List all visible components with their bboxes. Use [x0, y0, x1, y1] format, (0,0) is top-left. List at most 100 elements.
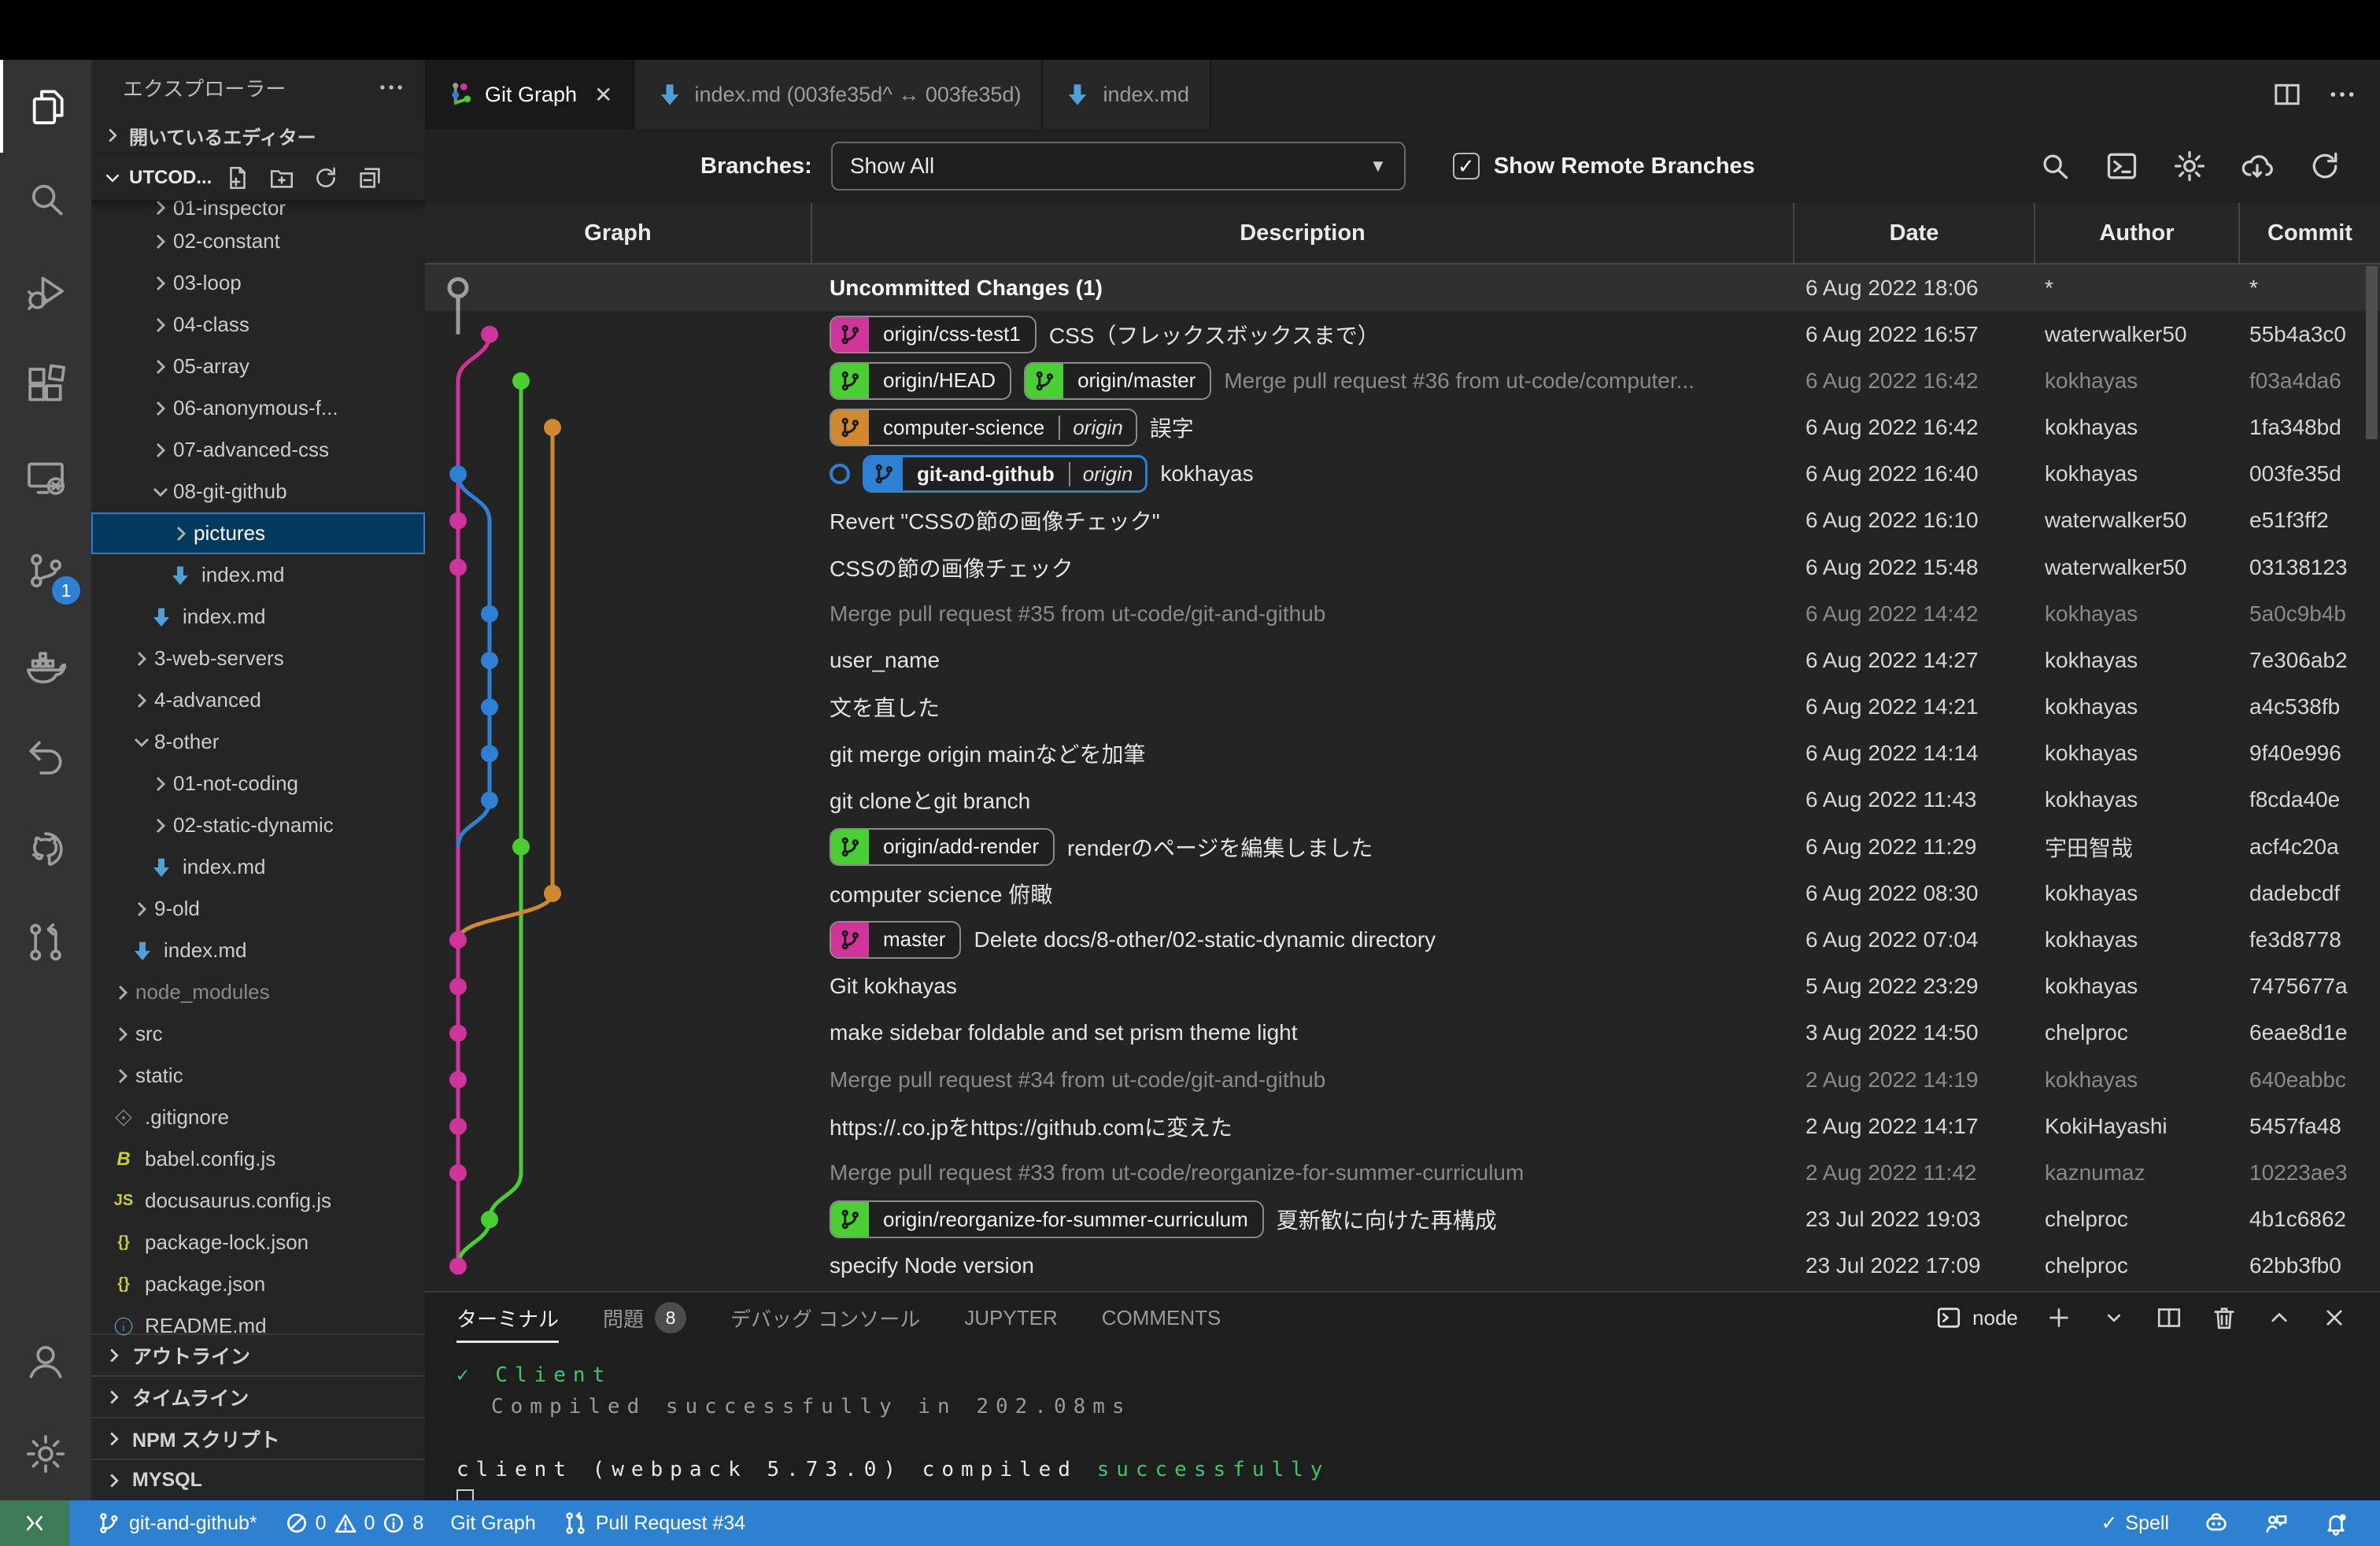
tree-item-index-md[interactable]: index.md — [91, 554, 425, 596]
tree-item-index-md[interactable]: index.md — [91, 596, 425, 638]
branch-status-item[interactable]: git-and-github* — [96, 1511, 257, 1536]
branch-badge[interactable]: computer-scienceorigin — [830, 409, 1137, 446]
tree-item-06-anonymous-f-[interactable]: 06-anonymous-f... — [91, 387, 425, 429]
pull-request-status-item[interactable]: Pull Request #34 — [563, 1511, 745, 1536]
tab-index-md[interactable]: index.md — [1043, 60, 1211, 129]
activity-bar-item-extensions[interactable] — [0, 338, 91, 431]
terminal-shell-selector[interactable]: node — [1935, 1304, 2018, 1332]
branch-badge[interactable]: master — [830, 921, 961, 959]
feedback-status-item[interactable] — [2264, 1511, 2289, 1536]
branch-badge[interactable]: origin/master — [1024, 362, 1211, 400]
tree-item-04-class[interactable]: 04-class — [91, 304, 425, 346]
activity-bar-item-undo[interactable] — [0, 710, 91, 803]
commit-row-14[interactable]: computer science 俯瞰6 Aug 2022 08:30kokha… — [425, 870, 2380, 916]
tree-item-node-modules[interactable]: node_modules — [91, 971, 425, 1013]
branch-badge[interactable]: git-and-githuborigin — [863, 455, 1148, 493]
tree-item-package-json[interactable]: {}package.json — [91, 1263, 425, 1305]
problems-status-item[interactable]: 0 0 8 — [284, 1511, 424, 1536]
tree-item-docusaurus-config-js[interactable]: JSdocusaurus.config.js — [91, 1180, 425, 1222]
panel-tab-jupyter[interactable]: JUPYTER — [964, 1293, 1057, 1343]
branch-badge[interactable]: origin/css-test1 — [830, 316, 1037, 353]
tree-item-05-array[interactable]: 05-array — [91, 346, 425, 387]
tree-item-pictures[interactable]: pictures — [91, 512, 425, 554]
scrollbar-thumb[interactable] — [2366, 266, 2378, 439]
commit-row-16[interactable]: Git kokhayas5 Aug 2022 23:29kokhayas7475… — [425, 963, 2380, 1010]
commit-row-18[interactable]: Merge pull request #34 from ut-code/git-… — [425, 1056, 2380, 1103]
gear-icon[interactable] — [2172, 149, 2207, 183]
commit-row-8[interactable]: Merge pull request #35 from ut-code/git-… — [425, 590, 2380, 637]
tree-item-01-not-coding[interactable]: 01-not-coding — [91, 763, 425, 804]
refresh-icon[interactable] — [2308, 149, 2342, 183]
tree-item-02-constant[interactable]: 02-constant — [91, 220, 425, 262]
sidebar-panel-タイムライン[interactable]: タイムライン — [91, 1375, 425, 1417]
commit-row-2[interactable]: origin/css-test1CSS（フレックスボックスまで）6 Aug 20… — [425, 311, 2380, 357]
tree-item-4-advanced[interactable]: 4-advanced — [91, 679, 425, 721]
panel-tab--[interactable]: ターミナル — [456, 1293, 559, 1343]
activity-bar-item-settings[interactable] — [0, 1407, 91, 1500]
activity-bar-item-explorer[interactable] — [0, 60, 91, 153]
commit-row-22[interactable]: specify Node version23 Jul 2022 17:09che… — [425, 1243, 2380, 1289]
spell-status-item[interactable]: ✓ Spell — [2101, 1511, 2169, 1535]
commit-row-11[interactable]: git merge origin mainなどを加筆6 Aug 2022 14:… — [425, 730, 2380, 777]
tree-item-package-lock-json[interactable]: {}package-lock.json — [91, 1222, 425, 1263]
commit-row-3[interactable]: origin/HEADorigin/masterMerge pull reque… — [425, 357, 2380, 404]
panel-tab--[interactable]: デバッグ コンソール — [730, 1293, 920, 1343]
tree-item-readme-md[interactable]: README.md — [91, 1305, 425, 1347]
panel-tab-comments[interactable]: COMMENTS — [1102, 1293, 1221, 1343]
more-actions-icon[interactable] — [376, 72, 406, 102]
close-icon[interactable]: ✕ — [594, 82, 612, 108]
tree-item-index-md[interactable]: index.md — [91, 930, 425, 971]
activity-bar-item-remote-explorer[interactable] — [0, 431, 91, 524]
activity-bar-item-run-debug[interactable] — [0, 246, 91, 338]
activity-bar-item-pull-requests[interactable] — [0, 896, 91, 989]
tab-index-md-003fe35d-003fe35d-[interactable]: index.md (003fe35d^ ↔ 003fe35d) — [635, 60, 1044, 129]
branch-badge[interactable]: origin/reorganize-for-summer-curriculum — [830, 1200, 1264, 1238]
tree-item-8-other[interactable]: 8-other — [91, 721, 425, 763]
maximize-panel-icon[interactable] — [2265, 1304, 2293, 1332]
tree-item-03-loop[interactable]: 03-loop — [91, 262, 425, 304]
commit-row-12[interactable]: git cloneとgit branch6 Aug 2022 11:43kokh… — [425, 777, 2380, 823]
tree-item-src[interactable]: src — [91, 1013, 425, 1055]
cloud-download-icon[interactable] — [2240, 149, 2275, 183]
remote-indicator[interactable] — [0, 1500, 69, 1546]
commit-row-9[interactable]: user_name6 Aug 2022 14:27kokhayas7e306ab… — [425, 637, 2380, 683]
notifications-status-item[interactable] — [2323, 1511, 2349, 1536]
show-remote-branches-checkbox[interactable]: ✓ Show Remote Branches — [1453, 153, 1755, 179]
split-terminal-icon[interactable] — [2155, 1304, 2183, 1332]
tree-item-9-old[interactable]: 9-old — [91, 888, 425, 930]
branch-badge[interactable]: origin/HEAD — [830, 362, 1011, 400]
activity-bar-item-account[interactable] — [0, 1315, 91, 1407]
commit-row-6[interactable]: Revert "CSSの節の画像チェック"6 Aug 2022 16:10wat… — [425, 497, 2380, 544]
activity-bar-item-source-control[interactable]: 1 — [0, 524, 91, 617]
refresh-icon[interactable] — [312, 165, 339, 191]
activity-bar-item-search[interactable] — [0, 153, 91, 246]
commit-row-7[interactable]: CSSの節の画像チェック6 Aug 2022 15:48waterwalker5… — [425, 544, 2380, 590]
tree-item-index-md[interactable]: index.md — [91, 846, 425, 888]
collapse-all-icon[interactable] — [357, 165, 383, 191]
tree-item-01-inspector[interactable]: 01-inspector — [91, 200, 425, 220]
commit-row-4[interactable]: computer-scienceorigin誤字6 Aug 2022 16:42… — [425, 405, 2380, 451]
commit-row-1[interactable]: Uncommitted Changes (1)6 Aug 2022 18:06*… — [425, 264, 2380, 311]
more-actions-icon[interactable] — [2326, 79, 2358, 110]
commit-row-20[interactable]: Merge pull request #33 from ut-code/reor… — [425, 1149, 2380, 1196]
kill-terminal-icon[interactable] — [2210, 1304, 2238, 1332]
chevron-down-icon[interactable] — [2100, 1304, 2128, 1332]
commit-row-19[interactable]: https://.co.jpをhttps://github.comに変えた2 A… — [425, 1103, 2380, 1149]
split-editor-icon[interactable] — [2271, 79, 2303, 110]
commit-row-13[interactable]: origin/add-renderrenderのページを編集しました6 Aug … — [425, 823, 2380, 870]
close-panel-icon[interactable] — [2320, 1304, 2349, 1332]
workspace-section-header[interactable]: UTCOD... — [91, 156, 425, 200]
activity-bar-item-github[interactable] — [0, 803, 91, 896]
commit-row-15[interactable]: masterDelete docs/8-other/02-static-dyna… — [425, 916, 2380, 963]
copilot-status-item[interactable] — [2204, 1511, 2229, 1536]
commit-row-5[interactable]: git-and-githuboriginkokhayas6 Aug 2022 1… — [425, 451, 2380, 497]
panel-tab--[interactable]: 問題8 — [603, 1293, 686, 1343]
sidebar-panel-NPM スクリプト[interactable]: NPM スクリプト — [91, 1417, 425, 1459]
tree-item--gitignore[interactable]: .gitignore — [91, 1097, 425, 1138]
new-terminal-icon[interactable] — [2045, 1304, 2073, 1332]
branch-badge[interactable]: origin/add-render — [830, 828, 1055, 866]
sidebar-panel-MYSQL[interactable]: MYSQL — [91, 1459, 425, 1500]
activity-bar-item-docker[interactable] — [0, 617, 91, 710]
commit-row-21[interactable]: origin/reorganize-for-summer-curriculum夏… — [425, 1196, 2380, 1242]
branches-dropdown[interactable]: Show All ▼ — [831, 142, 1406, 190]
